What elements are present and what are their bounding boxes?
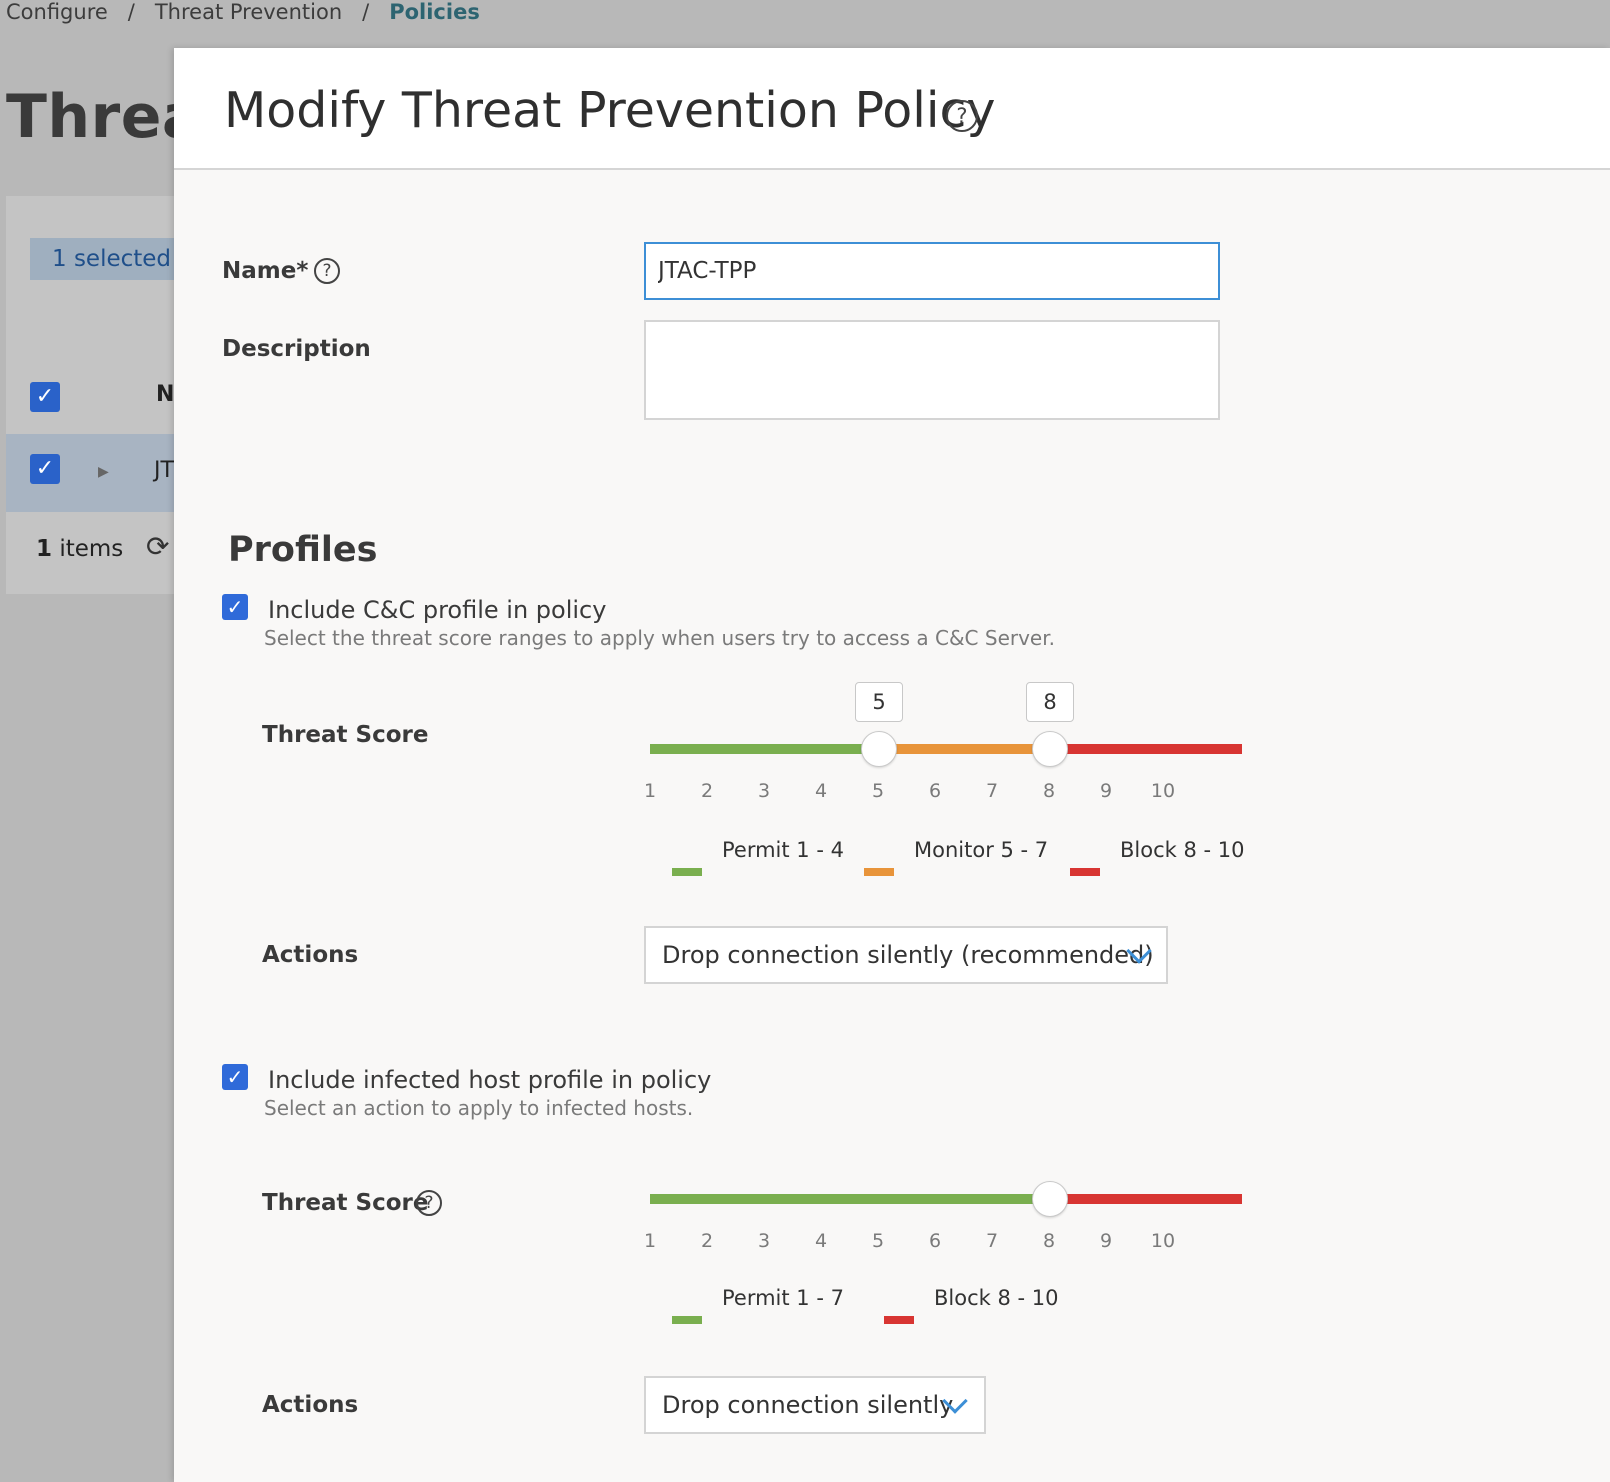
name-help-icon[interactable]: ? xyxy=(314,258,340,284)
refresh-icon[interactable]: ⟳ xyxy=(146,530,169,563)
tick-label: 2 xyxy=(700,1230,714,1252)
tick-label: 1 xyxy=(643,1230,657,1252)
breadcrumb: Configure / Threat Prevention / Policies xyxy=(6,0,480,28)
cc-monitor-range xyxy=(879,744,1050,754)
expand-caret-icon[interactable]: ▶ xyxy=(98,464,109,480)
cc-block-range xyxy=(1050,744,1242,754)
infected-action-dropdown[interactable]: Drop connection silently xyxy=(644,1376,986,1434)
help-icon[interactable]: ? xyxy=(946,100,978,132)
policy-table-card: 1 selected ✓ N ✓ ▶ JT 1 items ⟳ xyxy=(6,196,180,594)
monitor-swatch xyxy=(864,868,894,876)
breadcrumb-separator: / xyxy=(127,0,135,24)
legend-permit: Permit 1 - 4 xyxy=(722,838,844,862)
items-count: 1 items xyxy=(36,536,123,562)
description-label: Description xyxy=(222,336,371,362)
items-count-label: items xyxy=(52,536,124,562)
infected-threat-score-label: Threat Score xyxy=(262,1190,429,1216)
breadcrumb-configure[interactable]: Configure xyxy=(6,0,108,28)
modal-title: Modify Threat Prevention Policy xyxy=(224,82,996,139)
tick-label: 9 xyxy=(1099,780,1113,802)
cc-threat-score-label: Threat Score xyxy=(262,722,429,748)
tick-label: 8 xyxy=(1042,780,1056,802)
cc-high-slider-handle[interactable] xyxy=(1032,731,1068,767)
tick-label: 10 xyxy=(1150,1230,1176,1252)
cc-permit-range xyxy=(650,744,879,754)
legend-block: Block 8 - 10 xyxy=(934,1286,1059,1310)
tick-label: 5 xyxy=(871,1230,885,1252)
tick-label: 1 xyxy=(643,780,657,802)
infected-block-range xyxy=(1050,1194,1242,1204)
infected-tick-labels: 1 2 3 4 5 6 7 8 9 10 xyxy=(644,1230,1250,1254)
tick-label: 8 xyxy=(1042,1230,1056,1252)
tick-label: 4 xyxy=(814,1230,828,1252)
cc-profile-checkbox[interactable]: ✓ xyxy=(222,594,248,620)
legend-block: Block 8 - 10 xyxy=(1120,838,1245,862)
legend-permit: Permit 1 - 7 xyxy=(722,1286,844,1310)
infected-threat-score-slider[interactable] xyxy=(650,1181,1242,1217)
breadcrumb-separator: / xyxy=(362,0,370,24)
row-checkbox[interactable]: ✓ xyxy=(30,454,60,484)
cc-action-dropdown[interactable]: Drop connection silently (recommended) xyxy=(644,926,1168,984)
tick-label: 3 xyxy=(757,1230,771,1252)
modify-policy-modal: Modify Threat Prevention Policy ? Name* … xyxy=(174,48,1610,1482)
tick-label: 9 xyxy=(1099,1230,1113,1252)
infected-host-description: Select an action to apply to infected ho… xyxy=(264,1096,694,1120)
block-swatch xyxy=(1070,868,1100,876)
cc-threat-score-slider[interactable]: 5 8 xyxy=(650,682,1242,767)
tick-label: 7 xyxy=(985,1230,999,1252)
column-header-name[interactable]: N xyxy=(156,382,174,407)
table-header-row: ✓ N xyxy=(6,366,176,428)
cc-tick-labels: 1 2 3 4 5 6 7 8 9 10 xyxy=(644,780,1250,804)
cc-low-thumb-value: 5 xyxy=(855,682,903,722)
modal-header: Modify Threat Prevention Policy ? xyxy=(174,48,1610,170)
breadcrumb-threat-prevention[interactable]: Threat Prevention xyxy=(155,0,342,28)
breadcrumb-policies: Policies xyxy=(389,0,480,24)
infected-actions-label: Actions xyxy=(262,1392,359,1418)
name-input[interactable] xyxy=(644,242,1220,300)
infected-permit-range xyxy=(650,1194,1050,1204)
infected-host-label: Include infected host profile in policy xyxy=(268,1066,712,1094)
cc-profile-description: Select the threat score ranges to apply … xyxy=(264,626,1055,650)
table-row[interactable]: ✓ ▶ JT xyxy=(6,434,176,512)
cc-profile-label: Include C&C profile in policy xyxy=(268,596,607,624)
cc-actions-label: Actions xyxy=(262,942,359,968)
legend-monitor: Monitor 5 - 7 xyxy=(914,838,1049,862)
tick-label: 4 xyxy=(814,780,828,802)
permit-swatch xyxy=(672,1316,702,1324)
tick-label: 5 xyxy=(871,780,885,802)
cc-high-thumb-value: 8 xyxy=(1026,682,1074,722)
infected-action-value: Drop connection silently xyxy=(662,1391,954,1419)
threat-score-help-icon[interactable]: ? xyxy=(416,1190,442,1216)
tick-label: 10 xyxy=(1150,780,1176,802)
tick-label: 7 xyxy=(985,780,999,802)
block-swatch xyxy=(884,1316,914,1324)
items-count-number: 1 xyxy=(36,536,53,562)
cc-low-slider-handle[interactable] xyxy=(861,731,897,767)
profiles-section-title: Profiles xyxy=(228,530,378,570)
name-label: Name* xyxy=(222,258,309,284)
select-all-checkbox[interactable]: ✓ xyxy=(30,382,60,412)
infected-slider-handle[interactable] xyxy=(1032,1181,1068,1217)
selected-count-badge: 1 selected xyxy=(30,238,180,280)
permit-swatch xyxy=(672,868,702,876)
infected-host-checkbox[interactable]: ✓ xyxy=(222,1064,248,1090)
tick-label: 3 xyxy=(757,780,771,802)
row-name-cell: JT xyxy=(154,458,174,483)
tick-label: 2 xyxy=(700,780,714,802)
description-field[interactable] xyxy=(644,320,1220,420)
tick-label: 6 xyxy=(928,780,942,802)
tick-label: 6 xyxy=(928,1230,942,1252)
cc-action-value: Drop connection silently (recommended) xyxy=(662,941,1154,969)
